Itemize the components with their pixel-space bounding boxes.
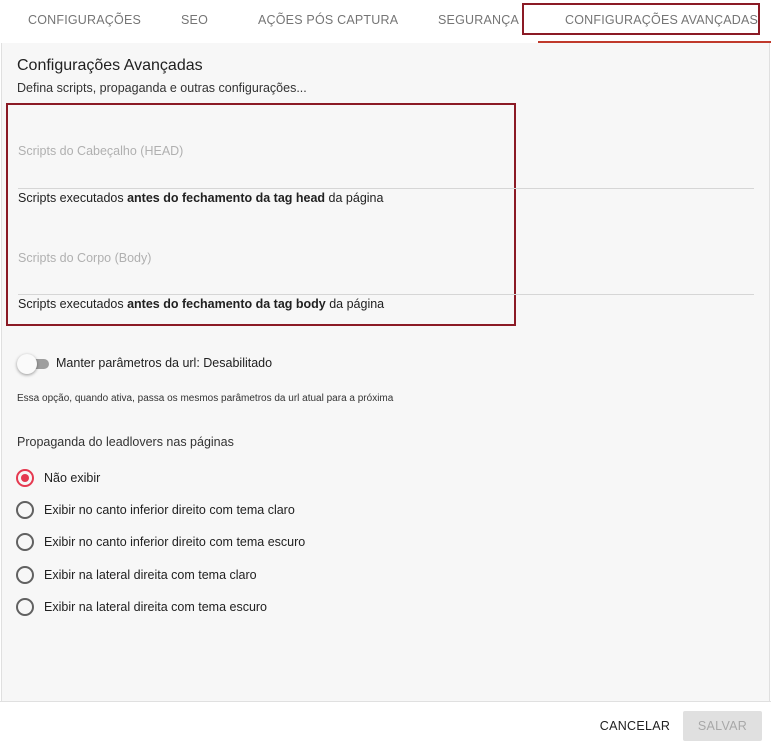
head-scripts-underline	[18, 188, 754, 189]
url-params-label: Manter parâmetros da url: Desabilitado	[56, 356, 273, 370]
body-scripts-underline	[18, 294, 754, 295]
head-scripts-field: Scripts do Cabeçalho (HEAD)	[18, 144, 754, 189]
tab-bar: CONFIGURAÇÕES SEO AÇÕES PÓS CAPTURA SEGU…	[0, 0, 771, 43]
body-scripts-input[interactable]	[18, 271, 754, 291]
url-params-toggle[interactable]	[17, 354, 49, 374]
section-subtitle: Defina scripts, propaganda e outras conf…	[17, 81, 307, 95]
body-scripts-placeholder: Scripts do Corpo (Body)	[18, 251, 152, 265]
radio-label: Exibir no canto inferior direito com tem…	[44, 503, 295, 517]
head-scripts-helper: Scripts executados antes do fechamento d…	[18, 191, 383, 205]
head-helper-suffix: da página	[325, 191, 384, 205]
body-helper-bold: antes do fechamento da tag body	[127, 297, 326, 311]
body-scripts-field: Scripts do Corpo (Body)	[18, 251, 754, 295]
body-scripts-helper: Scripts executados antes do fechamento d…	[18, 297, 384, 311]
tab-seo[interactable]: SEO	[181, 13, 208, 27]
settings-panel: Configurações Avançadas Defina scripts, …	[1, 43, 770, 701]
tab-acoes-pos-captura[interactable]: AÇÕES PÓS CAPTURA	[258, 13, 398, 27]
radio-label: Exibir na lateral direita com tema escur…	[44, 600, 268, 614]
toggle-thumb	[17, 354, 37, 374]
save-button[interactable]: SALVAR	[683, 711, 762, 741]
radio-checked-icon	[16, 469, 34, 487]
radio-unchecked-icon	[16, 566, 34, 584]
head-helper-bold: antes do fechamento da tag head	[127, 191, 326, 205]
active-tab-highlight	[522, 3, 760, 35]
cancel-button[interactable]: CANCELAR	[594, 711, 676, 741]
radio-unchecked-icon	[16, 533, 34, 551]
propaganda-title: Propaganda do leadlovers nas páginas	[17, 435, 234, 449]
url-params-description: Essa opção, quando ativa, passa os mesmo…	[17, 393, 394, 404]
head-scripts-placeholder: Scripts do Cabeçalho (HEAD)	[18, 144, 184, 158]
tab-seguranca[interactable]: SEGURANÇA	[438, 13, 519, 27]
tab-configuracoes[interactable]: CONFIGURAÇÕES	[28, 13, 141, 27]
head-scripts-input[interactable]	[18, 164, 754, 184]
radio-unchecked-icon	[16, 598, 34, 616]
scripts-highlight-box	[6, 103, 516, 326]
body-helper-prefix: Scripts executados	[18, 297, 128, 311]
dialog-footer: CANCELAR SALVAR	[0, 701, 771, 749]
radio-unchecked-icon	[16, 501, 34, 519]
section-title: Configurações Avançadas	[17, 57, 203, 74]
body-helper-suffix: da página	[325, 297, 385, 311]
radio-label: Exibir na lateral direita com tema claro	[44, 568, 257, 582]
head-helper-prefix: Scripts executados	[18, 191, 128, 205]
radio-label: Não exibir	[44, 471, 101, 485]
radio-label: Exibir no canto inferior direito com tem…	[44, 535, 306, 549]
